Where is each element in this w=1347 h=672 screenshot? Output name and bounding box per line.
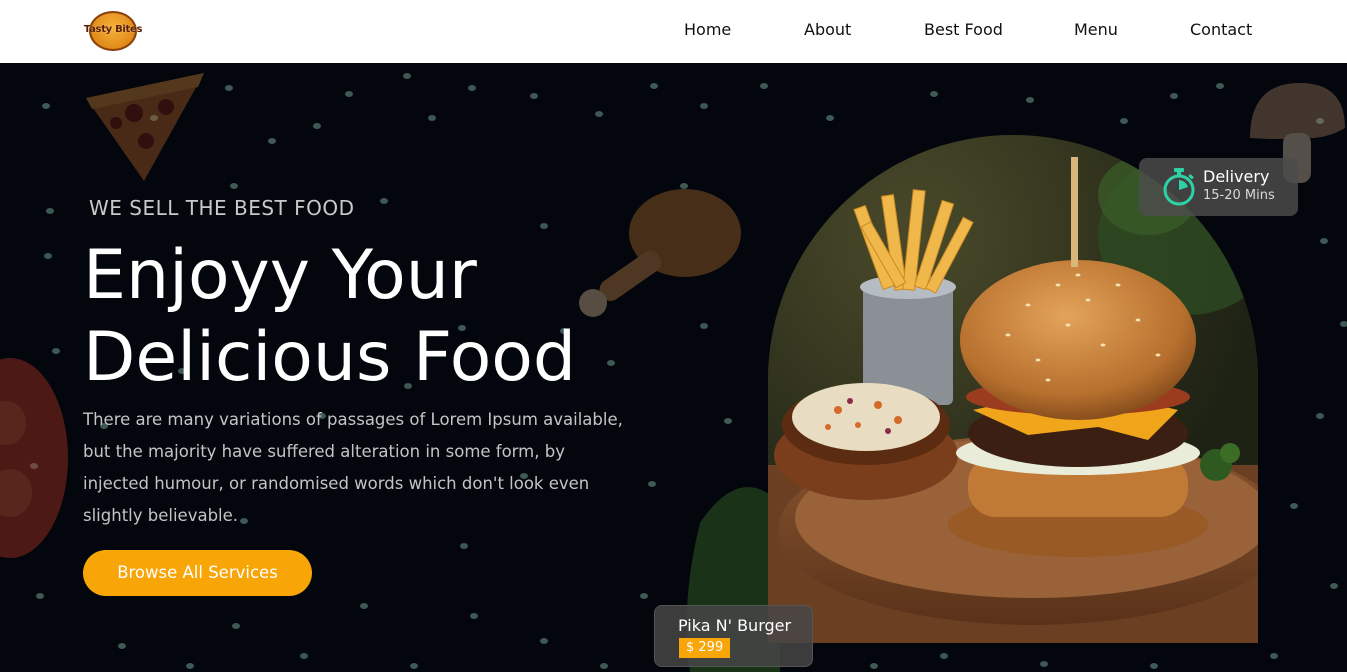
sprinkle-dot <box>1120 118 1128 124</box>
sprinkle-dot <box>1026 97 1034 103</box>
sprinkle-dot <box>1320 238 1328 244</box>
stopwatch-icon <box>1163 168 1195 206</box>
sprinkle-dot <box>1216 83 1224 89</box>
sprinkle-dot <box>313 123 321 129</box>
sprinkle-dot <box>648 481 656 487</box>
sprinkle-dot <box>640 593 648 599</box>
logo-text: Tasty Bites <box>83 24 143 35</box>
sprinkle-dot <box>380 198 388 204</box>
sprinkle-dot <box>268 138 276 144</box>
sprinkle-dot <box>724 418 732 424</box>
delivery-info-card: Delivery 15-20 Mins <box>1139 158 1298 216</box>
delivery-time: 15-20 Mins <box>1203 188 1275 203</box>
sprinkle-dot <box>700 103 708 109</box>
browse-services-button[interactable]: Browse All Services <box>83 550 312 596</box>
hero-section: WE SELL THE BEST FOOD Enjoyy Your Delici… <box>0 63 1347 672</box>
sprinkle-dot <box>300 653 308 659</box>
nav-home[interactable]: Home <box>684 20 731 39</box>
sprinkle-dot <box>345 91 353 97</box>
sprinkle-dot <box>186 663 194 669</box>
sprinkle-dot <box>428 115 436 121</box>
sprinkle-dot <box>46 208 54 214</box>
tomato-slice-decoration <box>0 358 68 558</box>
featured-item-price: $ 299 <box>679 638 731 658</box>
sprinkle-dot <box>44 253 52 259</box>
sprinkle-dot <box>1040 661 1048 667</box>
chicken-leg-decoration <box>579 189 741 317</box>
sprinkle-dot <box>826 115 834 121</box>
hero-eyebrow: WE SELL THE BEST FOOD <box>89 196 355 220</box>
sprinkle-dot <box>232 623 240 629</box>
sprinkle-dot <box>1290 503 1298 509</box>
brand-logo[interactable]: Tasty Bites <box>83 11 143 51</box>
headline-line-2: Delicious Food <box>83 318 577 397</box>
nav-best-food[interactable]: Best Food <box>924 20 1003 39</box>
sprinkle-dot <box>1340 321 1347 327</box>
sprinkle-dot <box>470 613 478 619</box>
sprinkle-dot <box>36 593 44 599</box>
sprinkle-dot <box>42 103 50 109</box>
sprinkle-dot <box>410 663 418 669</box>
nav-contact[interactable]: Contact <box>1190 20 1252 39</box>
featured-item-card[interactable]: Pika N' Burger $ 299 <box>654 605 813 667</box>
nav-about[interactable]: About <box>804 20 851 39</box>
top-navbar: Tasty Bites Home About Best Food Menu Co… <box>0 0 1347 63</box>
sprinkle-dot <box>595 111 603 117</box>
sprinkle-dot <box>940 653 948 659</box>
sprinkle-dot <box>230 183 238 189</box>
sprinkle-dot <box>540 223 548 229</box>
sprinkle-dot <box>468 85 476 91</box>
sprinkle-dot <box>600 663 608 669</box>
sprinkle-dot <box>607 360 615 366</box>
sprinkle-dot <box>930 91 938 97</box>
delivery-title: Delivery <box>1203 167 1270 186</box>
sprinkle-dot <box>1270 653 1278 659</box>
sprinkle-dot <box>1330 583 1338 589</box>
hero-headline: Enjoyy Your Delicious Food <box>83 235 576 399</box>
sprinkle-dot <box>118 643 126 649</box>
sprinkle-dot <box>360 603 368 609</box>
pizza-slice-decoration <box>86 73 204 181</box>
sprinkle-dot <box>460 543 468 549</box>
sprinkle-dot <box>403 73 411 79</box>
sprinkle-dot <box>540 638 548 644</box>
sprinkle-dot <box>760 83 768 89</box>
sprinkle-dot <box>1170 93 1178 99</box>
sprinkle-dot <box>1150 663 1158 669</box>
featured-item-name: Pika N' Burger <box>678 616 792 635</box>
nav-menu-link[interactable]: Menu <box>1074 20 1118 39</box>
sprinkle-dot <box>1316 413 1324 419</box>
sprinkle-dot <box>650 83 658 89</box>
headline-line-1: Enjoyy Your <box>83 236 477 315</box>
sprinkle-dot <box>870 663 878 669</box>
hero-description: There are many variations of passages of… <box>83 410 623 525</box>
sprinkle-dot <box>530 93 538 99</box>
sprinkle-dot <box>225 85 233 91</box>
